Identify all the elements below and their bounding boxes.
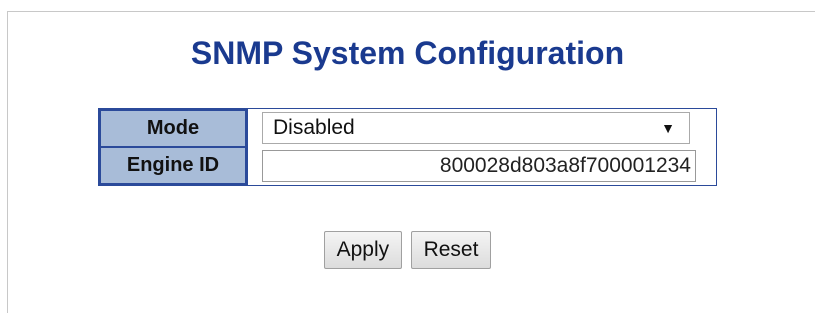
button-bar: Apply Reset bbox=[0, 231, 815, 269]
apply-button[interactable]: Apply bbox=[323, 231, 403, 269]
dropdown-arrow-icon: ▼ bbox=[661, 120, 675, 136]
engine-id-input[interactable] bbox=[262, 150, 696, 182]
snmp-config-table: Mode Disabled ▼ Engine ID bbox=[98, 108, 717, 186]
page-title: SNMP System Configuration bbox=[190, 35, 625, 71]
mode-select[interactable]: Disabled ▼ bbox=[262, 112, 690, 144]
engine-id-row: Engine ID bbox=[99, 147, 716, 185]
mode-row: Mode Disabled ▼ bbox=[99, 109, 716, 147]
reset-button[interactable]: Reset bbox=[410, 231, 492, 269]
engine-id-label: Engine ID bbox=[99, 147, 247, 185]
mode-selected-value: Disabled bbox=[273, 116, 355, 139]
engine-id-value-cell bbox=[247, 147, 716, 185]
mode-label: Mode bbox=[99, 109, 247, 147]
mode-value-cell: Disabled ▼ bbox=[247, 109, 716, 147]
